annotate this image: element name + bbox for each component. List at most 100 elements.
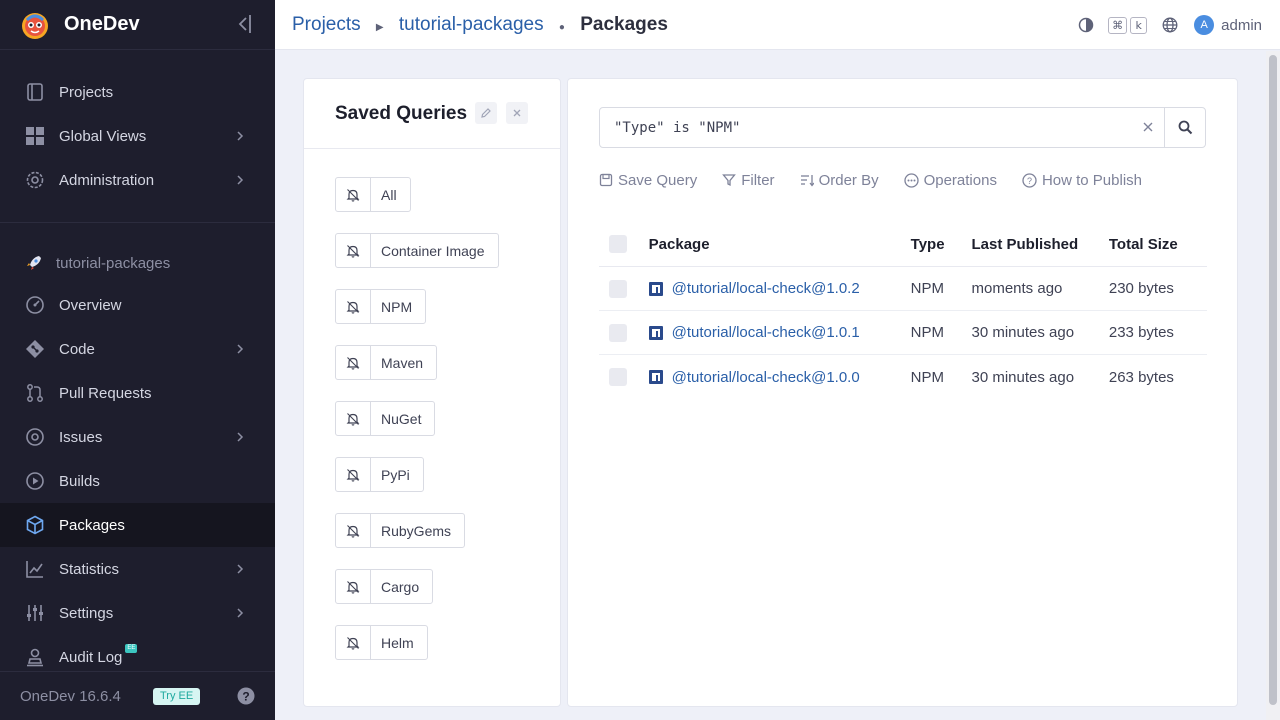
table-header: Package Type Last Published Total Size — [599, 222, 1207, 267]
collapse-sidebar-icon[interactable] — [234, 13, 254, 35]
pull-requests-icon — [24, 382, 46, 404]
sort-icon — [800, 175, 814, 187]
help-icon[interactable]: ? — [237, 687, 255, 705]
saved-query-label: All — [381, 186, 397, 203]
breadcrumb-projects[interactable]: Projects — [292, 14, 361, 35]
sidebar-item-pull-requests[interactable]: Pull Requests — [0, 371, 275, 415]
saved-query-button[interactable]: Container Image — [335, 233, 499, 268]
onedev-logo-icon — [22, 12, 48, 39]
sidebar-item-administration[interactable]: Administration — [0, 158, 275, 202]
saved-query-button[interactable]: Cargo — [335, 569, 434, 604]
watch-bell-icon[interactable] — [336, 570, 371, 603]
sidebar-item-global-views[interactable]: Global Views — [0, 114, 275, 158]
package-link[interactable]: @tutorial/local-check@1.0.2 — [672, 280, 860, 297]
edit-queries-button[interactable] — [475, 102, 497, 124]
chevron-right-icon — [237, 131, 244, 141]
query-toolbar: Save Query Filter Order By Operations ? … — [599, 171, 1167, 189]
watch-bell-icon[interactable] — [336, 626, 371, 659]
sidebar-item-statistics[interactable]: Statistics — [0, 547, 275, 591]
scrollbar-thumb[interactable] — [1269, 55, 1277, 705]
topbar: Projects ▶ tutorial-packages ● Packages … — [275, 0, 1280, 50]
clear-query-icon[interactable] — [1141, 120, 1155, 134]
saved-query-button[interactable]: All — [335, 177, 411, 212]
saved-query-button[interactable]: Helm — [335, 625, 428, 660]
svg-text:?: ? — [242, 690, 249, 704]
operations-label: Operations — [923, 171, 997, 189]
sidebar-item-label: Audit Log — [59, 648, 123, 666]
column-header-total-size: Total Size — [1108, 235, 1178, 253]
saved-query-button[interactable]: Maven — [335, 345, 438, 380]
project-name-label: tutorial-packages — [56, 254, 171, 272]
more-icon — [903, 172, 919, 188]
username[interactable]: admin — [1221, 17, 1262, 34]
package-cell: @tutorial/local-check@1.0.2 — [648, 280, 911, 297]
watch-bell-icon[interactable] — [336, 234, 371, 267]
save-query-label: Save Query — [618, 171, 698, 189]
sidebar-item-label: Pull Requests — [59, 384, 152, 402]
sidebar-item-code[interactable]: Code — [0, 327, 275, 371]
brand-name: OneDev — [64, 13, 140, 35]
package-link[interactable]: @tutorial/local-check@1.0.1 — [672, 324, 860, 341]
sidebar-project-name[interactable]: tutorial-packages — [0, 244, 275, 282]
sidebar-divider — [0, 222, 275, 223]
breadcrumb-project[interactable]: tutorial-packages — [399, 14, 544, 35]
saved-query-button[interactable]: RubyGems — [335, 513, 466, 548]
table-body: @tutorial/local-check@1.0.2 NPM moments ag… — [599, 267, 1207, 399]
overview-icon — [24, 294, 46, 316]
sidebar-item-label: Builds — [59, 472, 100, 490]
page-title: Packages — [580, 13, 668, 35]
globe-icon[interactable] — [1162, 17, 1178, 33]
operations-button[interactable]: Operations — [903, 171, 997, 189]
search-button[interactable] — [1164, 108, 1205, 147]
select-all-checkbox[interactable] — [609, 235, 627, 253]
row-checkbox[interactable] — [609, 368, 627, 386]
column-header-last-published: Last Published — [971, 235, 1079, 253]
sidebar-item-packages[interactable]: Packages — [0, 503, 275, 547]
saved-query-button[interactable]: PyPi — [335, 457, 424, 492]
sidebar-item-projects[interactable]: Projects — [0, 70, 275, 114]
order-by-label: Order By — [818, 171, 879, 189]
saved-query-button[interactable]: NPM — [335, 289, 427, 324]
close-icon — [513, 109, 521, 117]
filter-button[interactable]: Filter — [722, 171, 775, 189]
packages-panel: Save Query Filter Order By Operations ? … — [567, 78, 1238, 707]
package-cell: @tutorial/local-check@1.0.0 — [648, 369, 911, 386]
sidebar-item-overview[interactable]: Overview — [0, 283, 275, 327]
watch-bell-icon[interactable] — [336, 346, 371, 379]
how-to-publish-button[interactable]: ? How to Publish — [1022, 172, 1142, 189]
try-ee-button[interactable]: Try EE — [153, 688, 201, 705]
avatar[interactable]: A — [1194, 15, 1215, 35]
sidebar-item-builds[interactable]: Builds — [0, 459, 275, 503]
chevron-right-icon — [237, 564, 244, 574]
row-checkbox[interactable] — [609, 279, 627, 298]
column-header-package: Package — [648, 235, 710, 253]
filter-label: Filter — [741, 171, 775, 189]
page-scrollbar[interactable] — [1266, 51, 1280, 720]
saved-query-button[interactable]: NuGet — [335, 401, 436, 436]
last-published-cell: moments ago — [971, 280, 1063, 297]
query-input[interactable] — [600, 108, 1120, 147]
filter-icon — [722, 174, 737, 187]
row-checkbox[interactable] — [609, 323, 627, 342]
builds-icon — [24, 470, 46, 492]
watch-bell-icon[interactable] — [336, 290, 371, 323]
close-queries-button[interactable] — [506, 102, 528, 124]
sidebar-item-settings[interactable]: Settings — [0, 591, 275, 635]
watch-bell-icon[interactable] — [336, 178, 371, 211]
save-query-button[interactable]: Save Query — [599, 172, 697, 189]
watch-bell-icon[interactable] — [336, 514, 371, 547]
breadcrumb-caret-icon: ▶ — [375, 21, 384, 33]
topbar-actions: ⌘ k A admin — [1078, 0, 1262, 50]
table-row: @tutorial/local-check@1.0.2 NPM moments ag… — [599, 267, 1207, 311]
shortcut-key[interactable]: ⌘ — [1108, 16, 1128, 34]
order-by-button[interactable]: Order By — [800, 172, 879, 189]
watch-bell-icon[interactable] — [336, 458, 371, 491]
theme-toggle-icon[interactable] — [1078, 17, 1094, 33]
column-header-type: Type — [910, 235, 945, 253]
sidebar-item-issues[interactable]: Issues — [0, 415, 275, 459]
chevron-right-icon — [237, 608, 244, 618]
shortcut-key[interactable]: k — [1130, 16, 1148, 34]
code-icon — [24, 338, 46, 360]
watch-bell-icon[interactable] — [336, 402, 371, 435]
package-link[interactable]: @tutorial/local-check@1.0.0 — [672, 369, 860, 386]
